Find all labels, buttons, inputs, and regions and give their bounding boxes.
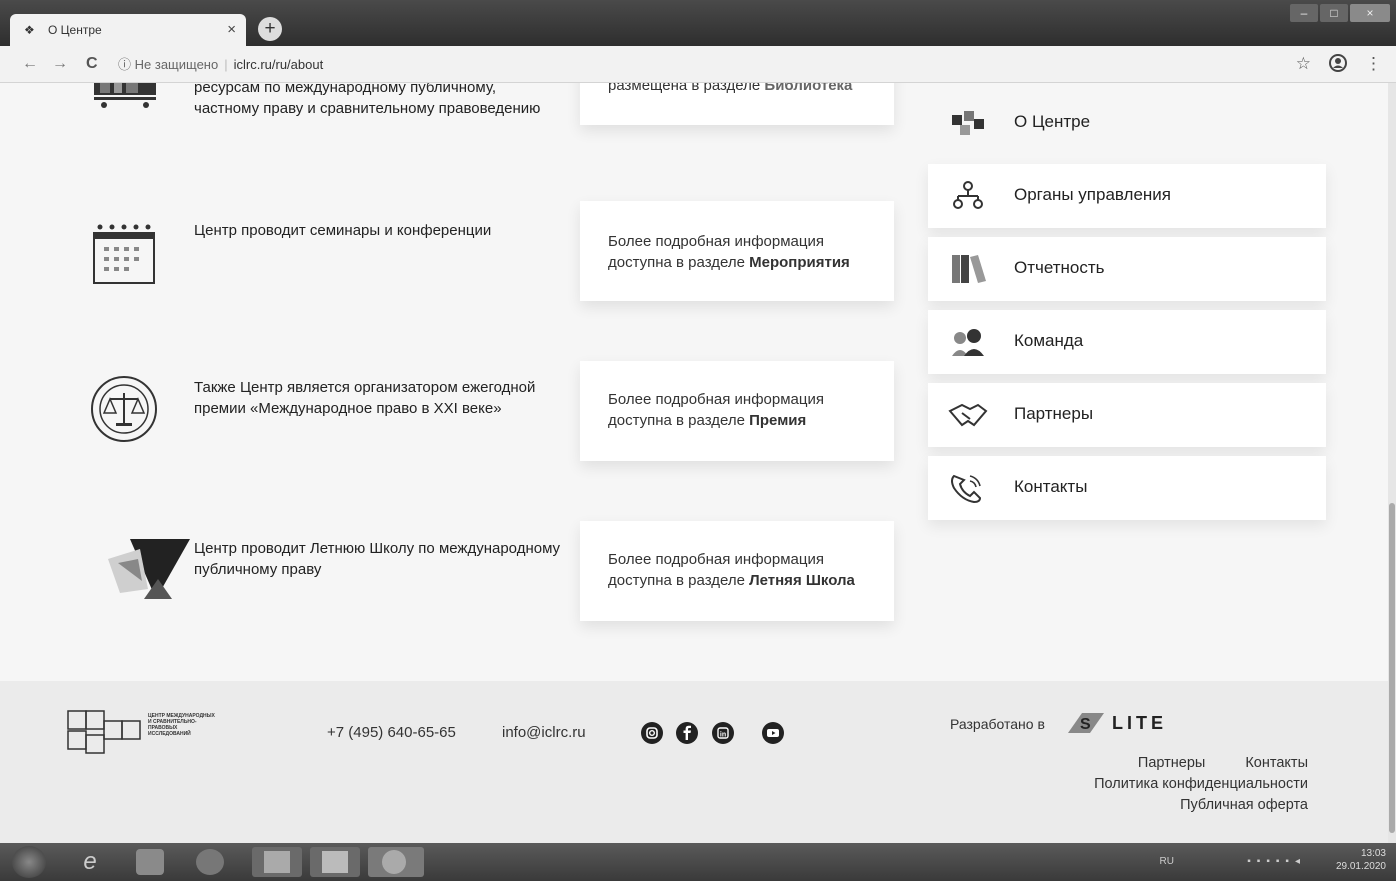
new-tab-button[interactable]: +	[258, 17, 282, 41]
footer-phone[interactable]: +7 (495) 640-65-65	[327, 724, 456, 741]
card-link[interactable]: Мероприятия	[749, 254, 850, 271]
feature-text: ресурсам по международному публичному, ч…	[194, 83, 541, 117]
info-card: Более подробная информация доступна в ра…	[580, 361, 894, 461]
info-icon[interactable]: ⓘ	[118, 57, 131, 72]
feature-text: Центр проводит Летнюю Школу по междунаро…	[194, 540, 561, 578]
menu-item-partners[interactable]: Партнеры	[928, 383, 1326, 447]
footer-link-contacts[interactable]: Контакты	[1245, 755, 1308, 771]
footer-link-privacy[interactable]: Политика конфиденциальности	[1094, 776, 1308, 792]
info-card: Более подробная информация доступна в ра…	[580, 521, 894, 621]
url-text[interactable]: iclrc.ru/ru/about	[234, 57, 324, 72]
feature-text: Центр проводит семинары и конференции	[194, 222, 492, 239]
menu-label: Органы управления	[1014, 185, 1172, 204]
menu-label: О Центре	[1014, 112, 1091, 131]
menu-label: Контакты	[1014, 477, 1088, 496]
clock[interactable]: 13:03 29.01.2020	[1336, 847, 1386, 873]
clock-time: 13:03	[1360, 848, 1386, 859]
instagram-icon[interactable]	[641, 722, 663, 744]
site-footer: ЦЕНТР МЕЖДУНАРОДНЫХ И СРАВНИТЕЛЬНО- ПРАВ…	[0, 681, 1388, 843]
card-link[interactable]: Библиотека	[764, 83, 852, 94]
footer-link-partners[interactable]: Партнеры	[1138, 755, 1205, 771]
developer-logo[interactable]: S LITE	[1064, 711, 1167, 735]
facebook-icon[interactable]	[676, 722, 698, 744]
menu-item-reports[interactable]: Отчетность	[928, 237, 1326, 301]
tab-close-icon[interactable]: ×	[227, 21, 236, 38]
media-player-icon[interactable]	[196, 849, 224, 875]
reload-icon[interactable]: C	[86, 55, 98, 73]
scrollbar-thumb[interactable]	[1389, 503, 1395, 833]
browser-titlebar: ❖ О Центре × + – □ ×	[0, 0, 1396, 46]
menu-item-contacts[interactable]: Контакты	[928, 456, 1326, 520]
hierarchy-icon	[953, 181, 983, 209]
card-text: размещена в разделе	[608, 83, 765, 94]
summer-school-icon	[100, 529, 192, 608]
feature-text: Также Центр является организатором ежего…	[194, 379, 536, 417]
center-logo[interactable]: ЦЕНТР МЕЖДУНАРОДНЫХ И СРАВНИТЕЛЬНО- ПРАВ…	[66, 707, 215, 764]
scales-seal-icon	[90, 375, 158, 448]
svg-text:in: in	[720, 732, 726, 739]
cubes-icon	[952, 111, 984, 135]
browser-toolbar: ← → C ⓘ Не защищено | iclrc.ru/ru/about ☆ …	[0, 46, 1396, 83]
logo-text: ЦЕНТР МЕЖДУНАРОДНЫХ И СРАВНИТЕЛЬНО- ПРАВ…	[148, 713, 258, 737]
clock-date: 29.01.2020	[1335, 861, 1386, 872]
svg-text:S: S	[1080, 716, 1091, 733]
word-taskbar-button[interactable]	[310, 847, 360, 877]
menu-label: Отчетность	[1014, 258, 1105, 277]
profile-icon[interactable]	[1329, 54, 1347, 77]
books-icon	[952, 255, 986, 283]
menu-item-team[interactable]: Команда	[928, 310, 1326, 374]
team-icon	[952, 329, 984, 356]
os-taskbar: e RU ▪▪▪▪▪◂ 13:03 29.01.2020	[0, 843, 1396, 881]
tray-icons[interactable]: ▪▪▪▪▪◂	[1247, 856, 1306, 867]
info-card: Более подробная информация доступна в ра…	[580, 201, 894, 301]
footer-links: Партнеры Контакты Политика конфиденциальн…	[1094, 753, 1308, 816]
start-button[interactable]	[12, 846, 46, 878]
bookmark-star-icon[interactable]: ☆	[1296, 54, 1311, 77]
file-explorer-icon[interactable]	[136, 849, 164, 875]
maximize-button[interactable]: □	[1320, 4, 1348, 22]
phone-icon	[951, 474, 982, 504]
menu-label: Команда	[1014, 331, 1084, 350]
logo-text-line: ИССЛЕДОВАНИЙ	[148, 731, 191, 737]
address-bar[interactable]: ⓘ Не защищено | iclrc.ru/ru/about	[118, 54, 323, 73]
card-link[interactable]: Премия	[749, 412, 806, 429]
site-favicon-icon: ❖	[24, 23, 35, 37]
menu-item-about[interactable]: О Центре	[928, 91, 1326, 155]
minimize-button[interactable]: –	[1290, 4, 1318, 22]
menu-item-governance[interactable]: Органы управления	[928, 164, 1326, 228]
footer-link-offer[interactable]: Публичная оферта	[1180, 797, 1308, 813]
menu-label: Партнеры	[1014, 404, 1094, 423]
page-scrollbar[interactable]	[1388, 83, 1396, 843]
info-card: размещена в разделе Библиотека	[580, 83, 894, 125]
toolbar-actions: ☆ ⋮	[1296, 54, 1382, 77]
page-content: ресурсам по международному публичному, ч…	[0, 83, 1396, 681]
window-controls: – □ ×	[1290, 4, 1390, 22]
library-icon	[92, 83, 158, 122]
word-icon	[322, 851, 348, 873]
back-icon[interactable]: ←	[22, 55, 38, 73]
linkedin-icon[interactable]: in	[712, 722, 734, 744]
security-label: Не защищено	[134, 57, 219, 72]
calendar-icon	[92, 221, 156, 290]
tab-title: О Центре	[48, 23, 102, 37]
developer-name: LITE	[1112, 712, 1167, 733]
chrome-taskbar-button[interactable]	[368, 847, 424, 877]
outlook-taskbar-button[interactable]	[252, 847, 302, 877]
close-window-button[interactable]: ×	[1350, 4, 1390, 22]
outlook-icon	[264, 851, 290, 873]
developed-by-label: Разработано в	[950, 716, 1045, 732]
footer-email[interactable]: info@iclrc.ru	[502, 724, 586, 741]
slite-logo-icon: S	[1068, 713, 1104, 733]
handshake-icon	[948, 403, 988, 427]
browser-tab[interactable]: ❖ О Центре ×	[10, 14, 246, 46]
center-logo-icon	[67, 710, 141, 754]
youtube-icon[interactable]	[762, 722, 784, 744]
language-indicator[interactable]: RU	[1160, 856, 1174, 867]
card-link[interactable]: Летняя Школа	[749, 572, 855, 589]
browser-menu-icon[interactable]: ⋮	[1365, 54, 1382, 77]
ie-browser-icon[interactable]: e	[76, 849, 104, 875]
chrome-icon	[382, 850, 406, 874]
forward-icon[interactable]: →	[52, 55, 68, 73]
